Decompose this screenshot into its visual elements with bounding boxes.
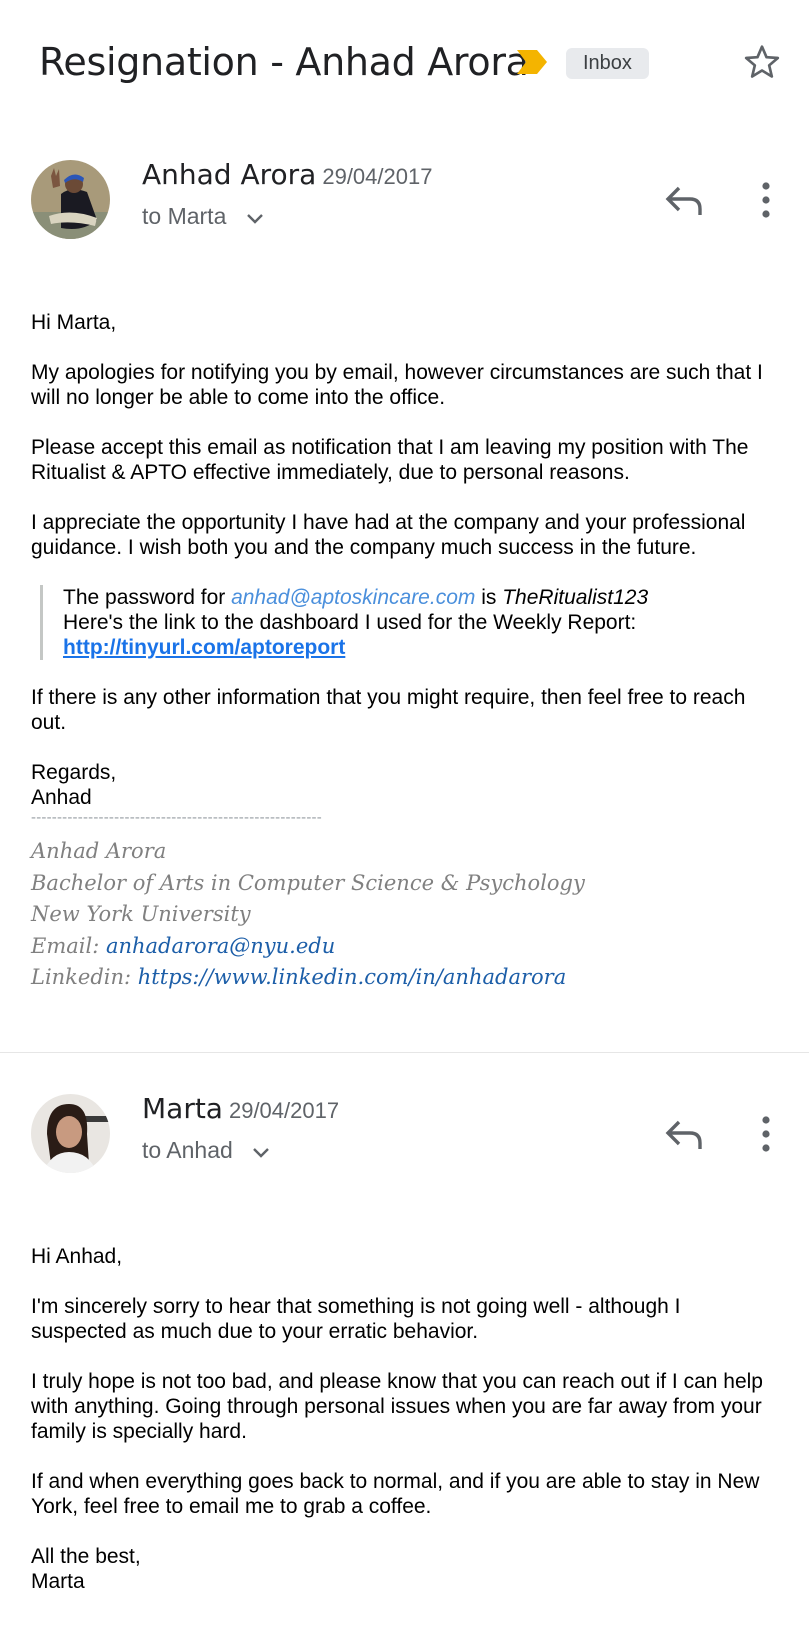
closing-name: Marta: [31, 1570, 85, 1593]
body-paragraph: If there is any other information that y…: [31, 686, 746, 734]
body-paragraph: If and when everything goes back to norm…: [31, 1470, 760, 1518]
body-paragraph: I appreciate the opportunity I have had …: [31, 511, 746, 559]
sender-name: Marta 29/04/2017: [142, 1092, 339, 1128]
closing: Regards,: [31, 761, 117, 784]
signature-linkedin-link[interactable]: https://www.linkedin.com/in/anhadarora: [138, 965, 566, 989]
chevron-down-icon: [253, 1148, 270, 1158]
signature-email-line: Email: anhadarora@nyu.edu: [31, 931, 781, 963]
quote-line-1: The password for anhad@aptoskincare.com …: [63, 585, 781, 610]
thread-header: Resignation - Anhad Arora Inbox: [0, 0, 809, 130]
sender-photo: [31, 1094, 110, 1173]
signature-email-label: Email:: [31, 933, 106, 958]
recipient-toggle[interactable]: to Marta: [142, 201, 265, 231]
chevron-down-icon: [246, 214, 263, 224]
recipient-text: to Anhad: [142, 1137, 233, 1163]
thread-subject: Resignation - Anhad Arora: [39, 40, 529, 84]
sender-photo: [31, 160, 110, 239]
message-divider: [0, 1052, 809, 1053]
signature: Anhad Arora Bachelor of Arts in Computer…: [31, 836, 781, 994]
quote-text: is: [475, 586, 503, 609]
message-body: Hi Anhad, I'm sincerely sorry to hear th…: [31, 1244, 781, 1594]
closing-name: Anhad: [31, 786, 92, 809]
avatar[interactable]: [31, 160, 110, 239]
recipient-text: to Marta: [142, 203, 227, 229]
password-text: TheRitualist123: [502, 586, 649, 609]
body-paragraph: My apologies for notifying you by email,…: [31, 361, 763, 409]
signature-name: Anhad Arora: [31, 839, 167, 863]
email-link[interactable]: anhad@aptoskincare.com: [231, 586, 475, 609]
message-body: Hi Marta, My apologies for notifying you…: [31, 310, 781, 994]
closing: All the best,: [31, 1545, 141, 1568]
reply-icon[interactable]: [664, 182, 704, 218]
more-vert-icon[interactable]: [758, 1114, 774, 1154]
body-paragraph: I truly hope is not too bad, and please …: [31, 1370, 763, 1443]
avatar[interactable]: [31, 1094, 110, 1173]
star-icon[interactable]: [742, 42, 782, 82]
greeting: Hi Marta,: [31, 311, 117, 334]
body-paragraph: Please accept this email as notification…: [31, 436, 749, 484]
signature-linkedin-line: Linkedin: https://www.linkedin.com/in/an…: [31, 962, 781, 994]
reply-icon[interactable]: [664, 1116, 704, 1152]
signature-linkedin-label: Linkedin:: [31, 965, 138, 989]
message-date: 29/04/2017: [228, 1098, 340, 1123]
importance-marker-icon[interactable]: [515, 48, 549, 76]
signature-separator: ----------------------------------------…: [31, 809, 322, 826]
body-paragraph: I'm sincerely sorry to hear that somethi…: [31, 1295, 681, 1343]
sender-name: Anhad Arora 29/04/2017: [142, 158, 432, 194]
sender-name-text: Marta: [142, 1092, 223, 1125]
inbox-label-chip[interactable]: Inbox: [566, 48, 649, 79]
recipient-toggle[interactable]: to Anhad: [142, 1135, 271, 1165]
message-date: 29/04/2017: [322, 164, 433, 189]
signature-email-link[interactable]: anhadarora@nyu.edu: [106, 934, 335, 958]
quote-text: The password for: [63, 586, 232, 609]
signature-school: New York University: [31, 902, 251, 926]
more-vert-icon[interactable]: [758, 180, 774, 220]
greeting: Hi Anhad,: [31, 1245, 123, 1268]
quote-line-2: Here's the link to the dashboard I used …: [63, 611, 637, 634]
sender-name-text: Anhad Arora: [142, 158, 317, 191]
signature-degree: Bachelor of Arts in Computer Science & P…: [31, 870, 585, 895]
dashboard-link[interactable]: http://tinyurl.com/aptoreport: [63, 636, 345, 659]
quoted-block: The password for anhad@aptoskincare.com …: [40, 585, 781, 660]
